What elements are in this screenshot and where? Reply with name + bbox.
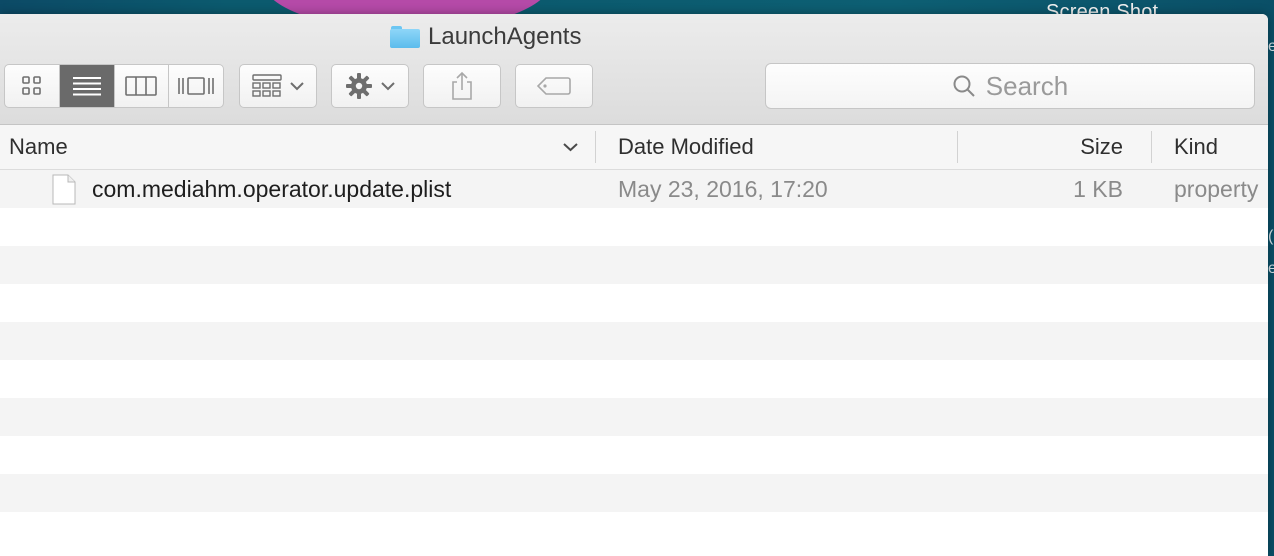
window-title-text: LaunchAgents xyxy=(428,23,582,50)
desktop-edge-glyph: e xyxy=(1268,38,1274,55)
search-field[interactable]: Search xyxy=(765,63,1255,109)
list-view-button[interactable] xyxy=(59,65,115,107)
arrange-button[interactable] xyxy=(239,64,317,108)
empty-row xyxy=(0,436,1268,474)
list-icon xyxy=(72,77,101,96)
empty-row xyxy=(0,474,1268,512)
grid-icon xyxy=(22,76,41,95)
column-header-date-modified[interactable]: Date Modified xyxy=(618,125,754,169)
file-kind: property xyxy=(1174,175,1259,202)
document-icon xyxy=(52,170,76,208)
column-view-button[interactable] xyxy=(115,65,170,107)
tag-icon xyxy=(536,77,571,95)
column-header-kind[interactable]: Kind xyxy=(1174,125,1218,169)
file-name: com.mediahm.operator.update.plist xyxy=(92,175,452,202)
empty-row xyxy=(0,398,1268,436)
empty-row xyxy=(0,284,1268,322)
desktop-edge-glyph: e xyxy=(1268,260,1274,277)
file-date-modified: May 23, 2016, 17:20 xyxy=(618,175,828,202)
search-placeholder: Search xyxy=(985,70,1069,101)
empty-row xyxy=(0,360,1268,398)
chevron-down-icon xyxy=(290,82,304,91)
empty-row xyxy=(0,322,1268,360)
folder-icon xyxy=(390,26,420,48)
empty-row xyxy=(0,512,1268,550)
window-toolbar: LaunchAgents Search xyxy=(0,14,1268,125)
share-button[interactable] xyxy=(423,64,501,108)
arrange-icon xyxy=(252,74,282,97)
file-list: com.mediahm.operator.update.plist May 23… xyxy=(0,170,1268,556)
tag-button[interactable] xyxy=(515,64,593,108)
view-mode-control[interactable] xyxy=(4,64,224,108)
gear-icon xyxy=(346,73,372,99)
share-icon xyxy=(452,71,472,100)
column-header-date-label: Date Modified xyxy=(618,134,754,159)
column-divider[interactable] xyxy=(595,131,596,163)
empty-row xyxy=(0,246,1268,284)
finder-window: LaunchAgents Search Name Date Modified S… xyxy=(0,14,1268,556)
column-header-name[interactable]: Name xyxy=(9,125,68,169)
file-row[interactable]: com.mediahm.operator.update.plist May 23… xyxy=(0,170,1268,208)
column-divider[interactable] xyxy=(957,131,958,163)
cover-flow-view-button[interactable] xyxy=(169,65,223,107)
column-header-size[interactable]: Size xyxy=(960,125,1123,169)
search-icon xyxy=(953,75,975,97)
cover-flow-icon xyxy=(178,77,214,95)
column-header-name-label: Name xyxy=(9,134,68,159)
column-header-size-label: Size xyxy=(1080,134,1123,159)
columns-icon xyxy=(125,76,158,96)
chevron-down-icon xyxy=(381,82,395,91)
window-title[interactable]: LaunchAgents xyxy=(390,22,581,52)
sort-chevron-icon[interactable] xyxy=(563,142,578,152)
icon-view-button[interactable] xyxy=(5,65,60,107)
column-divider[interactable] xyxy=(1151,131,1152,163)
desktop-edge-glyph: ( xyxy=(1268,228,1274,245)
column-header-bar: Name Date Modified Size Kind xyxy=(0,125,1268,170)
column-header-kind-label: Kind xyxy=(1174,134,1219,159)
empty-row xyxy=(0,208,1268,246)
action-button[interactable] xyxy=(331,64,409,108)
file-size: 1 KB xyxy=(1073,175,1123,202)
